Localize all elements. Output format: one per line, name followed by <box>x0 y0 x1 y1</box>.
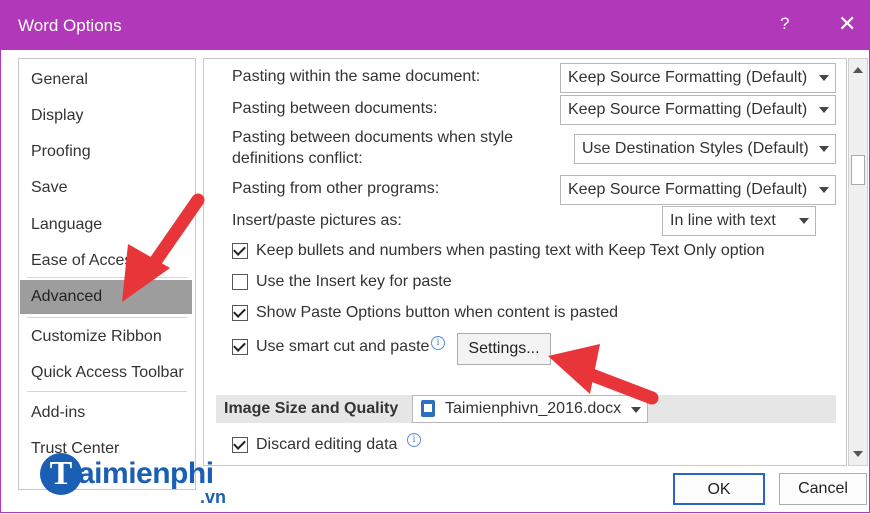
nav-item-language[interactable]: Language <box>20 208 192 242</box>
pasting-conflict-dropdown[interactable]: Use Destination Styles (Default) <box>574 134 836 164</box>
nav-divider <box>27 317 187 318</box>
window-title: Word Options <box>18 16 122 35</box>
nav-item-general[interactable]: General <box>20 63 192 97</box>
smart-cut-label: Use smart cut and paste <box>256 338 430 355</box>
nav-item-label: Customize Ribbon <box>31 328 162 345</box>
nav-item-add-ins[interactable]: Add-ins <box>20 396 192 430</box>
settings-button[interactable]: Settings... <box>457 333 551 365</box>
pasting-other-label: Pasting from other programs: <box>232 180 440 197</box>
nav-item-label: Language <box>31 216 103 233</box>
nav-item-advanced[interactable]: Advanced <box>20 280 192 314</box>
logo-text: aimienphi <box>78 457 214 490</box>
scroll-down-icon[interactable] <box>853 451 863 457</box>
ok-button-label: OK <box>707 481 731 498</box>
dropdown-value: Use Destination Styles (Default) <box>582 140 809 157</box>
nav-item-label: Add-ins <box>31 404 86 421</box>
dropdown-value: Keep Source Formatting (Default) <box>568 69 808 86</box>
logo-letter: T <box>40 453 82 495</box>
discard-editing-checkbox[interactable] <box>232 437 248 453</box>
discard-editing-label: Discard editing data <box>256 436 398 453</box>
nav-item-proofing[interactable]: Proofing <box>20 135 192 169</box>
chevron-down-icon <box>819 107 829 113</box>
nav-item-label: Quick Access Toolbar <box>31 364 184 381</box>
info-icon: i <box>407 433 421 447</box>
help-button[interactable]: ? <box>780 14 789 34</box>
cancel-button[interactable]: Cancel <box>779 473 867 505</box>
smart-cut-checkbox[interactable] <box>232 339 248 355</box>
ok-button[interactable]: OK <box>673 473 765 505</box>
options-nav: General Display Proofing Save Language E… <box>18 58 196 490</box>
nav-item-customize-ribbon[interactable]: Customize Ribbon <box>20 320 192 354</box>
nav-item-label: Save <box>31 179 68 196</box>
insert-pictures-label: Insert/paste pictures as: <box>232 212 402 229</box>
close-button[interactable]: ✕ <box>838 11 856 37</box>
nav-divider <box>27 391 187 392</box>
dropdown-value: Taimienphivn_2016.docx <box>445 400 622 417</box>
info-icon: i <box>431 336 445 350</box>
pasting-within-dropdown[interactable]: Keep Source Formatting (Default) <box>560 63 836 93</box>
vertical-scrollbar[interactable] <box>848 58 868 466</box>
image-document-dropdown[interactable]: Taimienphivn_2016.docx <box>412 395 648 423</box>
scroll-up-icon[interactable] <box>853 67 863 73</box>
chevron-down-icon <box>819 75 829 81</box>
nav-item-label: Advanced <box>31 288 103 305</box>
scrollbar-thumb[interactable] <box>851 155 865 185</box>
paste-options-checkbox[interactable] <box>232 305 248 321</box>
dropdown-value: Keep Source Formatting (Default) <box>568 181 808 198</box>
word-document-icon <box>421 400 435 417</box>
pasting-between-label: Pasting between documents: <box>232 100 438 117</box>
settings-button-label: Settings... <box>468 340 540 357</box>
image-size-quality-section: Image Size and Quality Taimienphivn_2016… <box>216 395 836 423</box>
keep-bullets-label: Keep bullets and numbers when pasting te… <box>256 242 765 259</box>
section-heading: Image Size and Quality <box>224 400 399 417</box>
logo-suffix: .vn <box>200 487 227 507</box>
insert-pictures-dropdown[interactable]: In line with text <box>662 206 816 236</box>
nav-item-display[interactable]: Display <box>20 99 192 133</box>
advanced-options-panel: Pasting within the same document: Keep S… <box>203 58 847 466</box>
chevron-down-icon <box>631 407 641 413</box>
nav-item-label: Display <box>31 107 84 124</box>
insert-key-label: Use the Insert key for paste <box>256 273 452 290</box>
paste-options-label: Show Paste Options button when content i… <box>256 304 619 321</box>
chevron-down-icon <box>799 218 809 224</box>
nav-item-label: General <box>31 71 88 88</box>
cancel-button-label: Cancel <box>798 480 848 497</box>
nav-item-save[interactable]: Save <box>20 171 192 205</box>
dropdown-value: In line with text <box>670 212 776 229</box>
dropdown-value: Keep Source Formatting (Default) <box>568 101 808 118</box>
pasting-other-dropdown[interactable]: Keep Source Formatting (Default) <box>560 175 836 205</box>
nav-item-label: Proofing <box>31 143 91 160</box>
pasting-conflict-label-line2: definitions conflict: <box>232 150 363 167</box>
title-bar: Word Options ? ✕ <box>0 0 870 50</box>
pasting-within-label: Pasting within the same document: <box>232 68 481 85</box>
keep-bullets-checkbox[interactable] <box>232 243 248 259</box>
chevron-down-icon <box>819 187 829 193</box>
pasting-between-dropdown[interactable]: Keep Source Formatting (Default) <box>560 95 836 125</box>
nav-item-quick-access-toolbar[interactable]: Quick Access Toolbar <box>20 356 192 390</box>
watermark-logo: T aimienphi .vn <box>40 453 240 508</box>
nav-item-label: Ease of Access <box>31 252 141 269</box>
nav-divider <box>27 277 187 278</box>
pasting-conflict-label-line1: Pasting between documents when style <box>232 129 514 146</box>
chevron-down-icon <box>819 146 829 152</box>
nav-item-ease-of-access[interactable]: Ease of Access <box>20 244 192 278</box>
insert-key-checkbox[interactable] <box>232 274 248 290</box>
